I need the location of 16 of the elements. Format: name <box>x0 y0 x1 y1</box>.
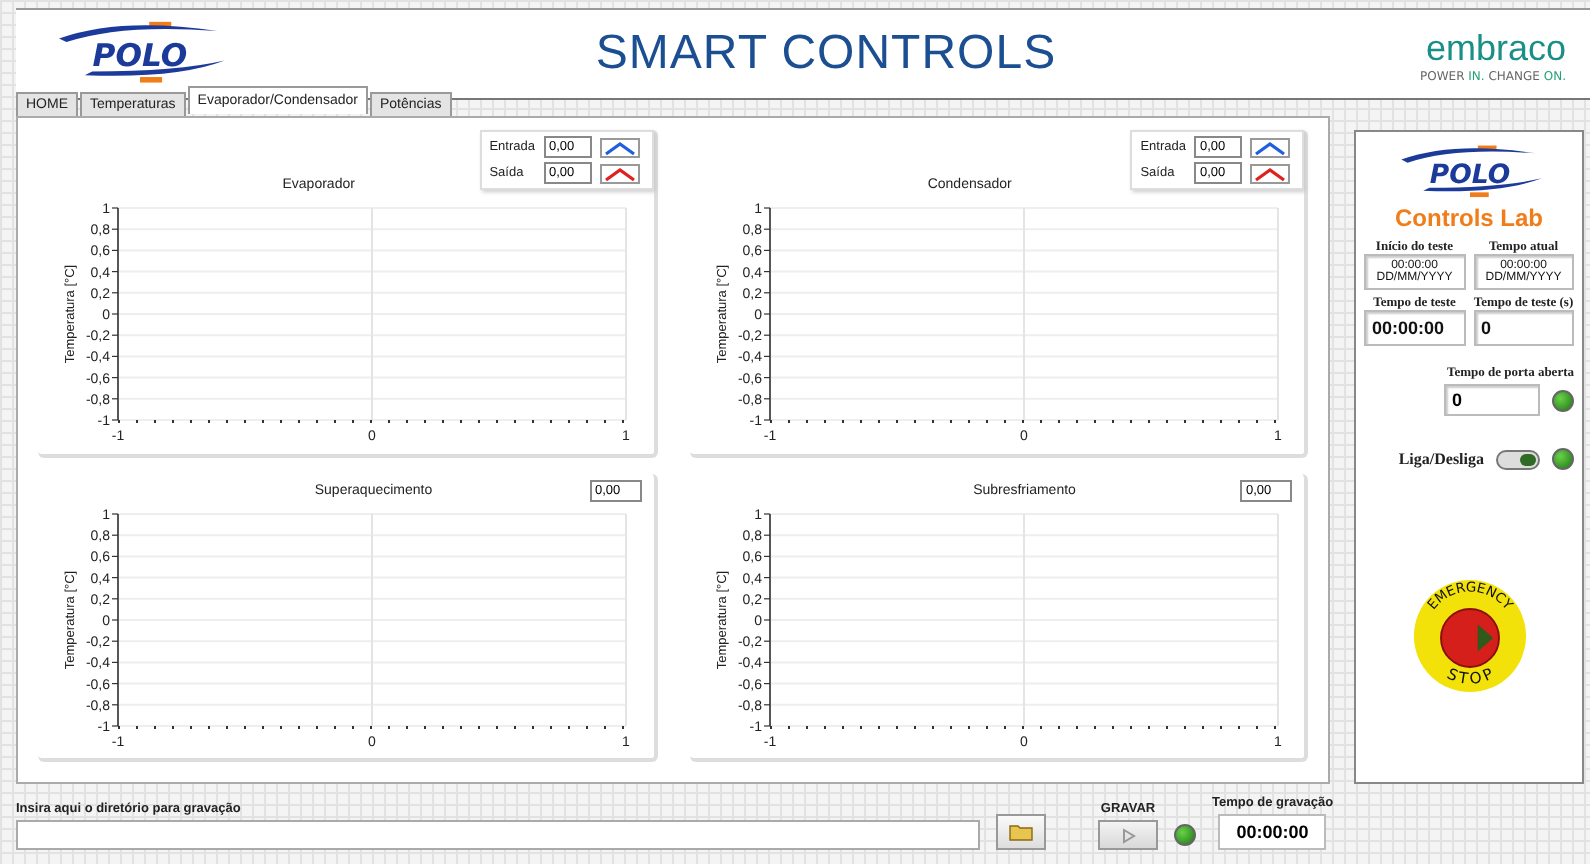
time-display: 0 <box>1473 310 1574 347</box>
lab-title: Controls Lab <box>1395 204 1543 233</box>
record-time-display: 00:00:00 <box>1218 814 1327 850</box>
power-switch[interactable] <box>1496 449 1540 470</box>
record-button[interactable] <box>1098 820 1158 850</box>
switch-label: Liga/Desliga <box>1398 450 1484 469</box>
folder-icon <box>1007 822 1035 842</box>
time-display: 00:00:00 <box>1364 310 1465 347</box>
browse-button[interactable] <box>996 814 1046 850</box>
polo-logo: POLO <box>1391 144 1547 201</box>
path-field[interactable] <box>16 820 980 850</box>
play-icon <box>1121 827 1135 843</box>
door-time-display: 0 <box>1444 384 1540 417</box>
polo-logo: POLO <box>48 20 232 88</box>
partner-logo: embraco <box>1425 25 1566 69</box>
app-title: SMART CONTROLS <box>595 26 1057 82</box>
